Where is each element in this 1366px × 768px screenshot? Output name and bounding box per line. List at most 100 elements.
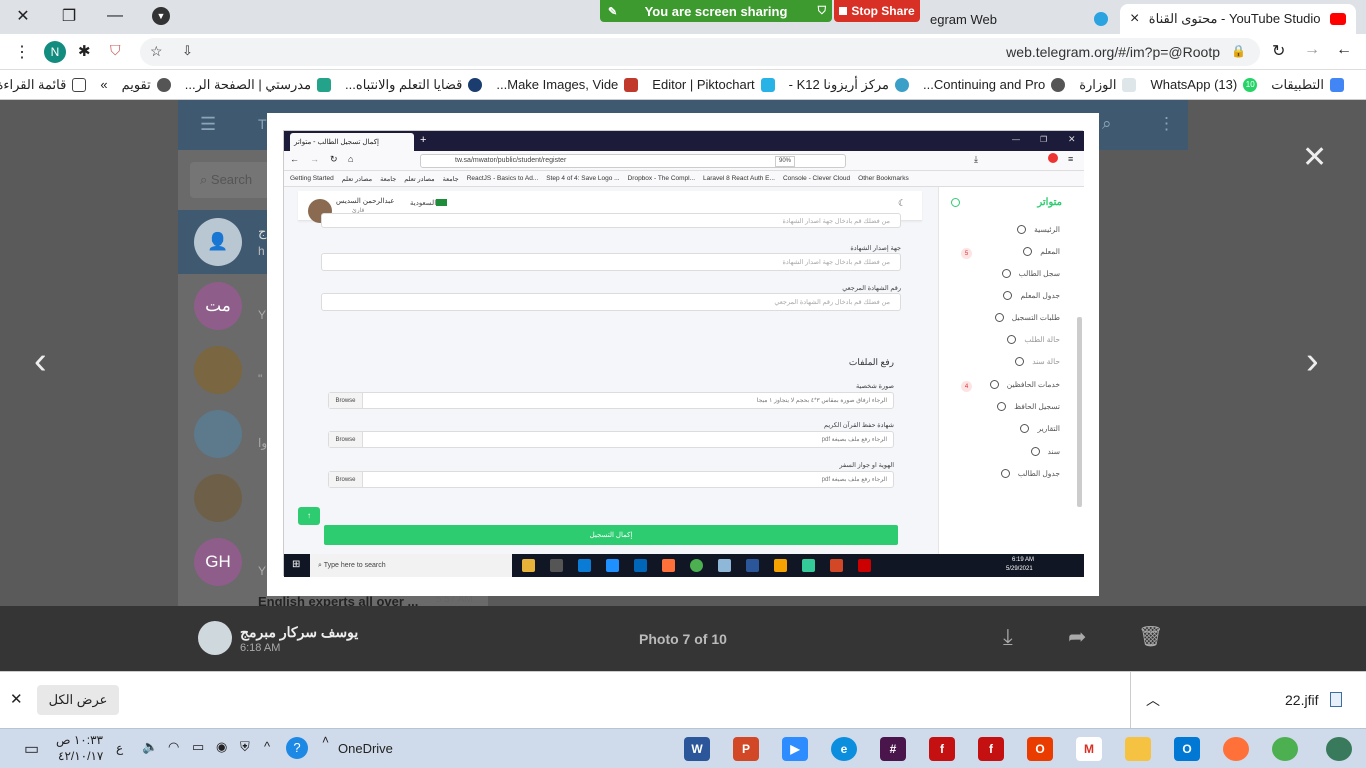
restore-icon: ❐ [1040,135,1048,144]
apps-grid-icon [1330,77,1344,92]
chrome-icon[interactable] [1272,737,1298,761]
telegram-header-title: T [258,116,267,132]
window-restore-icon[interactable]: ❐ [46,0,92,32]
certificate-issuer-field: من فضلك قم بادخال جهة اصدار الشهادة [321,213,901,228]
avatar [194,410,242,458]
firefox-tab-title: إكمال تسجيل الطالب - متواتر [294,139,379,146]
sender-name[interactable]: يوسف سركار مبرمج [240,624,358,641]
powerpoint-icon[interactable]: P [733,737,759,761]
app-icon [718,559,731,572]
show-all-downloads-button[interactable]: عرض الكل [37,685,119,715]
notification-icon[interactable]: ▭ [24,739,39,759]
more-icon[interactable]: ⋮ [1158,114,1175,134]
bookmark-ministry[interactable]: الوزارة [1079,77,1137,93]
field-label: رقم الشهادة المرجعي [842,285,901,292]
firefox-icon[interactable] [1223,737,1249,761]
browse-button: Browse [329,432,363,447]
help-icon[interactable]: ? [286,737,308,759]
bookmark-calendar[interactable]: تقويم [122,77,171,93]
back-icon[interactable]: ← [1336,41,1352,59]
defender-icon[interactable]: ⛨ [240,739,250,755]
count-badge: 4 [961,381,972,392]
sidebar-item: الرئيسية [1017,225,1060,234]
close-icon: ✕ [1068,134,1076,144]
onedrive-label[interactable]: OneDrive [338,741,393,756]
profile-avatar[interactable]: N [44,41,66,63]
bookmark-star-icon[interactable]: ☆ [150,43,163,60]
volume-icon[interactable]: 🔈 [142,739,158,755]
onedrive-chevron-icon[interactable]: ˄ [322,733,329,747]
slack-icon[interactable]: # [880,737,906,761]
bookmark-make-images[interactable]: Make Images, Vide... [496,77,639,92]
bookmark-piktochart[interactable]: Editor | Piktochart [652,77,775,92]
forward-icon[interactable]: → [1304,41,1320,59]
file-explorer-icon[interactable] [1125,737,1151,761]
tab-title: egram Web [930,11,997,27]
close-downloads-icon[interactable]: ✕ [10,690,23,708]
upload-label: الهوية او جواز السفر [839,462,894,469]
bookmark-apps[interactable]: التطبيقات [1271,77,1344,93]
trash-icon[interactable]: 🗑 [1138,624,1163,649]
download-file-name[interactable]: 22.jfif [1285,692,1318,708]
tab-telegram[interactable]: egram Web [880,4,1118,34]
office-icon[interactable]: O [1027,737,1053,761]
reading-list[interactable]: قائمة القراءة [0,77,87,93]
share-icon[interactable]: ➦ [1068,624,1086,650]
back-icon: ← [290,154,299,164]
globe-icon [1051,77,1066,92]
clock-time[interactable]: ١٠:٣٣ ص [56,733,103,747]
close-viewer-icon[interactable]: ✕ [1302,140,1327,175]
circle-icon [1015,357,1025,366]
install-app-icon[interactable]: ⇩ [182,43,193,59]
bookmarks-overflow[interactable]: » [100,77,107,92]
count-badge: 5 [961,248,972,259]
tab-close-icon[interactable]: × [1130,10,1139,28]
understood-icon [468,77,483,92]
chevron-up-icon[interactable]: ^ [264,739,270,754]
sender-avatar[interactable] [198,621,232,655]
lock-icon[interactable]: 🔒 [1231,44,1246,58]
flash-icon[interactable]: f [929,737,955,761]
tab-search-icon[interactable]: ▼ [138,0,184,32]
bookmark-whatsapp[interactable]: 10 (13) WhatsApp [1150,77,1258,92]
flash-icon[interactable]: f [978,737,1004,761]
registration-page: عبدالرحمن السديس قارئ السعودية ☾ من فضلك… [284,187,1084,554]
menu-kebab-icon[interactable]: ⋮ [14,42,30,62]
edge-icon[interactable]: e [831,737,857,761]
ff-bookmark: Laravel 8 React Auth E... [703,175,775,182]
prev-photo-icon[interactable]: ‹ [34,340,47,383]
clock-date[interactable]: ٤٢/١٠/١٧ [58,749,103,763]
omnibox[interactable]: ☆ ⇩ web.telegram.org/#/im?p=@Rootp 🔒 [140,38,1260,66]
bookmark-madrasati[interactable]: مدرستي | الصفحة الر... [185,77,332,93]
bookmark-k12[interactable]: مركز أريزونا K12 - [789,77,910,93]
start-icon[interactable] [1326,737,1352,761]
sidebar-item: تسجيل الحافظ [997,402,1060,411]
circle-icon [1000,469,1010,478]
tab-youtube-studio[interactable]: × محتوى القناة - YouTube Studio [1120,4,1356,34]
windows-start-icon: ⊞ [292,559,301,570]
extensions-icon[interactable]: ✱ [78,42,91,60]
brave-shield-icon[interactable]: ⛉ [110,42,121,59]
window-minimize-icon[interactable]: — [92,0,138,32]
tray-icon[interactable]: ◉ [216,739,227,755]
word-icon[interactable]: W [684,737,710,761]
sidebar-item: المعلم [1023,247,1060,256]
circle-icon [1007,335,1017,344]
bookmark-understood[interactable]: قضايا التعلم والانتباه... [345,77,483,93]
outlook-icon[interactable]: O [1174,737,1200,761]
search-icon[interactable]: ⌕ [1102,114,1112,134]
reload-icon[interactable]: ↻ [1272,41,1285,61]
reload-icon: ↻ [330,154,338,164]
language-indicator[interactable]: ع [116,741,123,755]
battery-icon[interactable]: ▭ [192,739,204,755]
gmail-icon[interactable]: M [1076,737,1102,761]
wifi-icon[interactable]: ◠ [168,739,179,755]
hamburger-menu-icon[interactable]: ☰ [200,114,216,135]
next-photo-icon[interactable]: › [1306,340,1319,383]
window-close-icon[interactable]: ✕ [0,0,46,32]
ff-bookmark: مصادر تعلم [404,175,435,183]
download-icon[interactable]: ⤓ [1003,624,1013,650]
zoom-icon[interactable]: ▶ [782,737,808,761]
chevron-up-icon[interactable]: ︿ [1146,690,1160,710]
bookmark-continuing[interactable]: Continuing and Pro... [923,77,1066,92]
